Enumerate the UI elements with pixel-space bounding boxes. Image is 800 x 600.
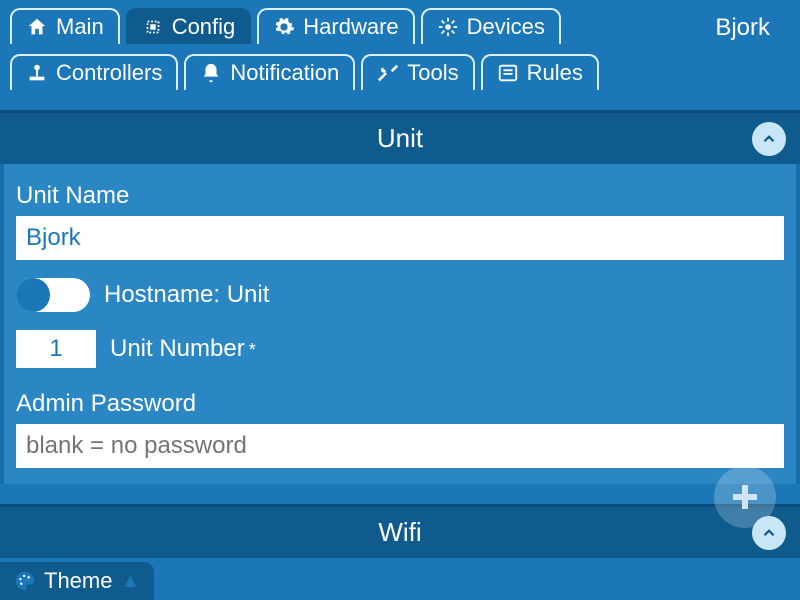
tab-label: Hardware xyxy=(303,16,398,38)
tab-label: Notification xyxy=(230,62,339,84)
tab-label: Devices xyxy=(467,16,545,38)
tab-devices[interactable]: Devices xyxy=(421,8,561,44)
section-wifi: Wifi xyxy=(0,504,800,558)
unit-number-input[interactable] xyxy=(16,330,96,368)
section-header-unit: Unit xyxy=(0,113,800,164)
chevron-up-icon xyxy=(760,524,778,542)
device-name: Bjork xyxy=(715,14,770,42)
joystick-icon xyxy=(26,62,48,84)
section-title: Unit xyxy=(377,123,423,153)
tab-tools[interactable]: Tools xyxy=(361,54,474,90)
tab-config[interactable]: Config xyxy=(126,8,252,44)
tab-label: Rules xyxy=(527,62,583,84)
palette-icon xyxy=(14,570,36,592)
tab-main[interactable]: Main xyxy=(10,8,120,44)
tab-hardware[interactable]: Hardware xyxy=(257,8,414,44)
collapse-button[interactable] xyxy=(752,122,786,156)
tools-icon xyxy=(377,62,399,84)
unit-number-label: Unit Number* xyxy=(110,335,256,363)
devices-icon xyxy=(437,16,459,38)
theme-label: Theme xyxy=(44,568,112,594)
chevron-up-icon xyxy=(760,130,778,148)
bell-icon xyxy=(200,62,222,84)
rules-icon xyxy=(497,62,519,84)
triangle-up-icon: ▲ xyxy=(120,570,140,593)
section-title: Wifi xyxy=(378,517,421,547)
hostname-label: Hostname: Unit xyxy=(104,281,269,309)
admin-password-label: Admin Password xyxy=(16,390,784,418)
hostname-toggle[interactable] xyxy=(16,278,90,312)
unit-name-input[interactable] xyxy=(16,216,784,260)
home-icon xyxy=(26,16,48,38)
tab-label: Tools xyxy=(407,62,458,84)
gear-icon xyxy=(273,16,295,38)
plus-icon xyxy=(727,479,763,515)
section-body-unit: Unit Name Hostname: Unit Unit Number* Ad… xyxy=(0,164,800,484)
tab-notification[interactable]: Notification xyxy=(184,54,355,90)
admin-password-input[interactable] xyxy=(16,424,784,468)
tab-bar: Main Config Hardware Devices Bjork Contr… xyxy=(0,0,800,90)
chip-icon xyxy=(142,16,164,38)
theme-button[interactable]: Theme ▲ xyxy=(0,562,154,600)
section-header-wifi: Wifi xyxy=(0,507,800,558)
tab-label: Controllers xyxy=(56,62,162,84)
tab-label: Config xyxy=(172,16,236,38)
tab-controllers[interactable]: Controllers xyxy=(10,54,178,90)
section-unit: Unit Unit Name Hostname: Unit Unit Numbe… xyxy=(0,110,800,484)
tab-label: Main xyxy=(56,16,104,38)
unit-name-label: Unit Name xyxy=(16,182,784,210)
tab-rules[interactable]: Rules xyxy=(481,54,599,90)
add-button[interactable] xyxy=(714,466,776,528)
